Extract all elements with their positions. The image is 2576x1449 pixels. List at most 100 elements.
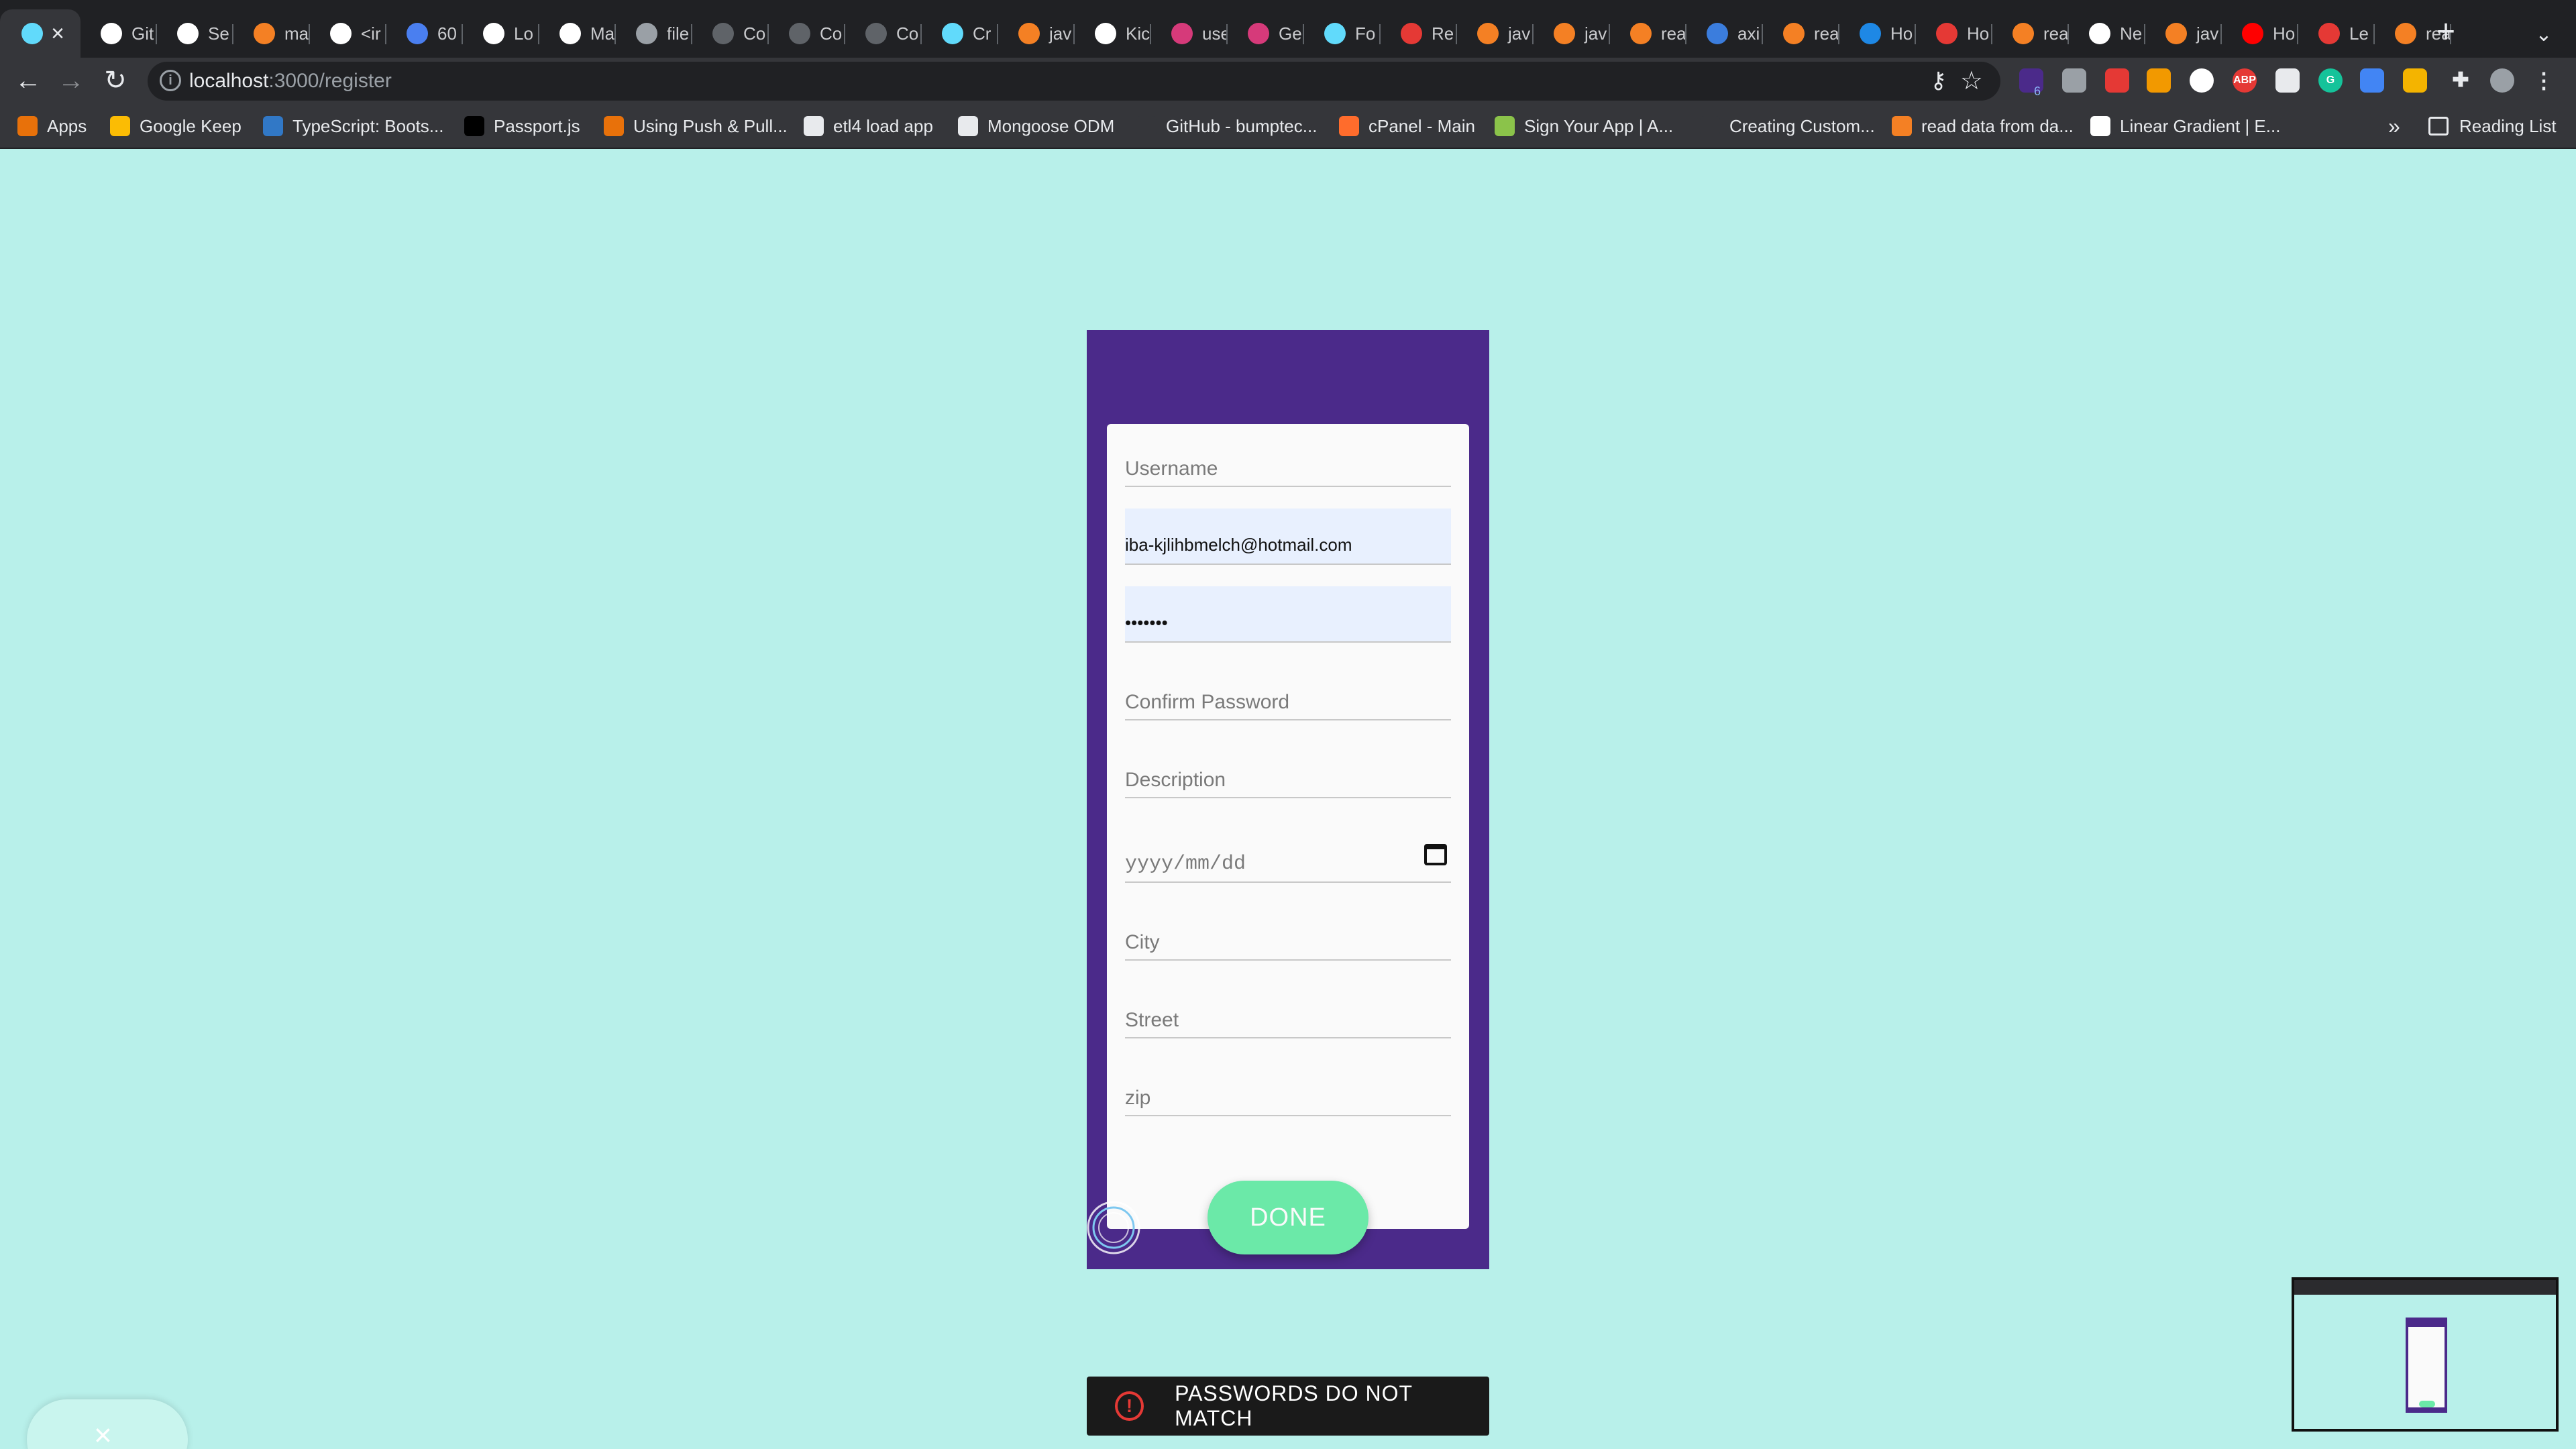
bookmark-star-icon[interactable]: ☆ — [1960, 66, 1983, 96]
tab[interactable]: Git — [80, 9, 157, 58]
tab[interactable]: jav — [1534, 9, 1610, 58]
tab[interactable]: Co — [692, 9, 769, 58]
bookmark-item[interactable]: GitHub - bumptec... — [1136, 113, 1317, 140]
email-input[interactable] — [1125, 508, 1451, 564]
bookmark-item[interactable]: cPanel - Main — [1339, 113, 1475, 140]
bookmark-item[interactable]: etl4 load app — [804, 113, 933, 140]
tab-active[interactable]: × — [0, 9, 80, 58]
grammarly-icon[interactable]: G — [2318, 68, 2343, 93]
description-input[interactable] — [1125, 742, 1451, 797]
date-input[interactable] — [1125, 825, 1451, 881]
tab[interactable]: rea — [1992, 9, 2069, 58]
tab[interactable]: Ho — [1839, 9, 1916, 58]
tab[interactable]: Ho — [2222, 9, 2298, 58]
username-field[interactable] — [1125, 431, 1451, 487]
url-text[interactable]: localhost:3000/register — [189, 70, 392, 93]
city-field[interactable] — [1125, 904, 1451, 961]
tab-label: Co — [820, 23, 843, 44]
tab[interactable]: file — [616, 9, 692, 58]
floating-close-pill[interactable]: × — [27, 1399, 188, 1449]
url-host: localhost — [189, 70, 269, 92]
tab[interactable]: Ho — [1916, 9, 1992, 58]
bookmarks-more-button[interactable]: » — [2388, 114, 2400, 139]
bookmark-item[interactable]: Apps — [17, 113, 87, 140]
tab[interactable]: Co — [845, 9, 922, 58]
tab[interactable]: <ir — [310, 9, 386, 58]
bookmark-item[interactable]: Google Keep — [110, 113, 241, 140]
bookmark-item[interactable]: Mongoose ODM — [958, 113, 1114, 140]
tab[interactable]: Fo — [1304, 9, 1381, 58]
extension-icon[interactable] — [2147, 68, 2171, 93]
new-tab-button[interactable]: + — [2427, 15, 2465, 52]
description-field[interactable] — [1125, 742, 1451, 798]
tab[interactable]: axi — [1686, 9, 1763, 58]
calendar-icon[interactable] — [1424, 844, 1447, 865]
reading-list-button[interactable]: Reading List — [2428, 113, 2557, 140]
bookmark-label: Passport.js — [494, 115, 580, 136]
tab[interactable]: Cr — [922, 9, 998, 58]
address-bar[interactable]: i localhost:3000/register ⚷ ☆ — [148, 62, 2000, 101]
tab[interactable]: rea — [1610, 9, 1686, 58]
tab[interactable]: ma — [233, 9, 310, 58]
bookmark-label: Using Push & Pull... — [633, 115, 788, 136]
adblock-icon[interactable]: ABP — [2233, 68, 2257, 93]
tab[interactable]: Kic — [1075, 9, 1151, 58]
password-input[interactable] — [1125, 586, 1451, 641]
translate-icon[interactable] — [2360, 68, 2384, 93]
extension-icon[interactable] — [2403, 68, 2427, 93]
tab[interactable]: Re — [1381, 9, 1457, 58]
tab[interactable]: Lo — [463, 9, 539, 58]
tab[interactable]: Ma — [539, 9, 616, 58]
bookmark-item[interactable]: Using Push & Pull... — [604, 113, 788, 140]
extension-icon[interactable] — [2190, 68, 2214, 93]
extension-icon[interactable] — [2105, 68, 2129, 93]
forward-button[interactable]: → — [52, 62, 90, 99]
profile-avatar[interactable] — [2490, 68, 2514, 93]
tab[interactable]: Ge — [1228, 9, 1304, 58]
key-icon[interactable]: ⚷ — [1930, 67, 1947, 94]
tab-search-button[interactable]: ⌄ — [2529, 20, 2559, 50]
bookmark-item[interactable]: TypeScript: Boots... — [263, 113, 443, 140]
extensions-puzzle-icon[interactable]: ✚ — [2449, 68, 2473, 93]
tab-label: Ma — [590, 23, 615, 44]
extension-icon[interactable] — [2062, 68, 2086, 93]
back-button[interactable]: ← — [9, 62, 47, 99]
tab[interactable]: Ne — [2069, 9, 2145, 58]
bookmark-item[interactable]: Sign Your App | A... — [1495, 113, 1673, 140]
tab[interactable]: Co — [769, 9, 845, 58]
username-input[interactable] — [1125, 431, 1451, 486]
f-icon — [407, 23, 428, 44]
tab-label: rea — [1814, 23, 1839, 44]
close-icon[interactable]: × — [94, 1417, 112, 1449]
confirm-password-field[interactable] — [1125, 664, 1451, 720]
tab[interactable]: use — [1151, 9, 1228, 58]
close-tab-icon[interactable]: × — [51, 21, 64, 46]
bookmark-item[interactable]: Passport.js — [464, 113, 580, 140]
site-info-icon[interactable]: i — [160, 70, 181, 91]
tab[interactable]: jav — [2145, 9, 2222, 58]
extension-icon[interactable] — [2275, 68, 2300, 93]
password-field[interactable] — [1125, 586, 1451, 643]
menu-kebab-icon[interactable]: ⋮ — [2532, 68, 2556, 93]
email-field[interactable] — [1125, 508, 1451, 565]
screen-preview-thumbnail[interactable] — [2292, 1277, 2559, 1432]
date-field[interactable] — [1125, 825, 1451, 883]
bookmark-item[interactable]: Creating Custom... — [1700, 113, 1875, 140]
tab[interactable]: rea — [1763, 9, 1839, 58]
tab[interactable]: jav — [998, 9, 1075, 58]
street-field[interactable] — [1125, 982, 1451, 1038]
street-input[interactable] — [1125, 982, 1451, 1037]
zip-input[interactable] — [1125, 1060, 1451, 1115]
confirm-password-input[interactable] — [1125, 664, 1451, 719]
city-input[interactable] — [1125, 904, 1451, 959]
tab[interactable]: jav — [1457, 9, 1534, 58]
zip-field[interactable] — [1125, 1060, 1451, 1116]
bookmark-item[interactable]: read data from da... — [1892, 113, 2074, 140]
tab[interactable]: Le — [2298, 9, 2375, 58]
tab[interactable]: 60 — [386, 9, 463, 58]
tab-label: ma — [284, 23, 309, 44]
bookmark-item[interactable]: Linear Gradient | E... — [2090, 113, 2280, 140]
tab[interactable]: Se — [157, 9, 233, 58]
reload-button[interactable]: ↻ — [97, 62, 134, 99]
done-button[interactable]: DONE — [1208, 1181, 1368, 1254]
